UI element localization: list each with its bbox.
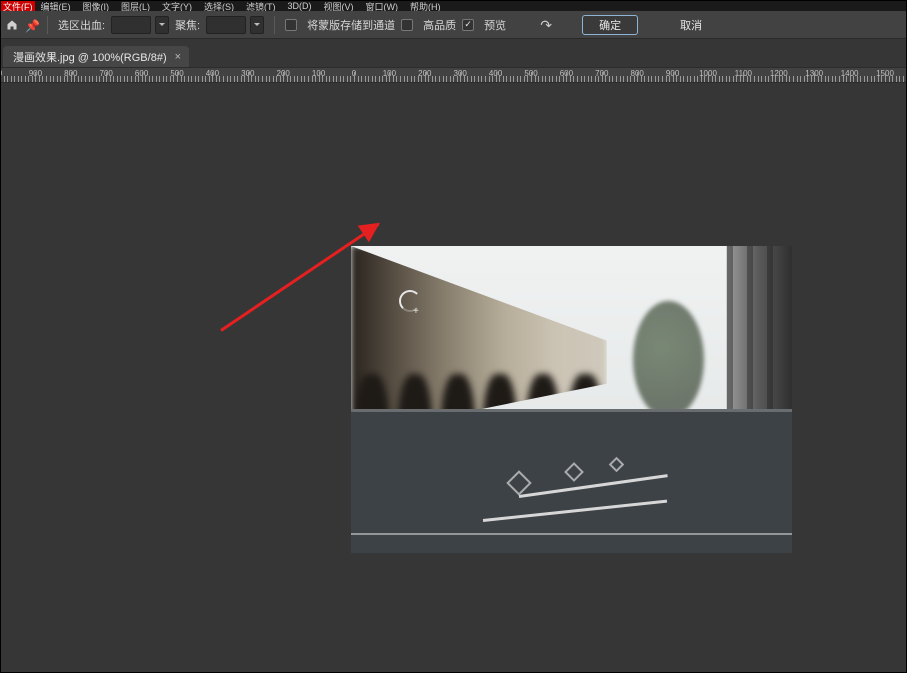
- cancel-button[interactable]: 取消: [664, 15, 718, 35]
- horizontal-ruler: 0900800700600500400300200100010020030040…: [1, 67, 906, 83]
- tab-close-icon[interactable]: ×: [175, 51, 181, 63]
- high-quality-label: 高品质: [423, 17, 456, 33]
- tab-title: 漫画效果.jpg @ 100%(RGB/8#): [13, 49, 167, 65]
- cursor-crosshair-icon: +: [413, 306, 419, 317]
- canvas-area[interactable]: +: [1, 83, 906, 672]
- menu-3d[interactable]: 3D(D): [282, 1, 318, 11]
- menu-window[interactable]: 窗口(W): [360, 1, 405, 11]
- pin-icon[interactable]: 📌: [25, 19, 37, 31]
- document-tab[interactable]: 漫画效果.jpg @ 100%(RGB/8#) ×: [3, 46, 189, 68]
- preview-checkbox[interactable]: [462, 19, 474, 31]
- ok-button[interactable]: 确定: [582, 15, 638, 35]
- photoshop-window: 文件(F) 编辑(E) 图像(I) 图层(L) 文字(Y) 选择(S) 滤镜(T…: [0, 0, 907, 673]
- home-icon[interactable]: [5, 19, 19, 31]
- bleed-label: 选区出血:: [58, 17, 105, 33]
- save-alpha-checkbox[interactable]: [285, 19, 297, 31]
- menu-select[interactable]: 选择(S): [198, 1, 240, 11]
- menu-edit[interactable]: 编辑(E): [35, 1, 77, 11]
- menu-type[interactable]: 文字(Y): [156, 1, 198, 11]
- focus-dropdown[interactable]: [250, 16, 264, 34]
- document-tab-bar: 漫画效果.jpg @ 100%(RGB/8#) ×: [1, 39, 906, 67]
- bleed-dropdown[interactable]: [155, 16, 169, 34]
- divider: [274, 16, 275, 34]
- high-quality-checkbox[interactable]: [401, 19, 413, 31]
- preview-label: 预览: [484, 17, 506, 33]
- undo-icon[interactable]: ↶: [536, 17, 552, 33]
- divider: [47, 16, 48, 34]
- photo-content: +: [351, 246, 792, 553]
- menu-image[interactable]: 图像(I): [77, 1, 116, 11]
- focus-label: 聚焦:: [175, 17, 200, 33]
- focus-input[interactable]: [206, 16, 246, 34]
- menu-file[interactable]: 文件(F): [1, 1, 35, 11]
- menu-view[interactable]: 视图(V): [318, 1, 360, 11]
- tool-options-bar: 📌 选区出血: 聚焦: 将蒙版存储到通道 高品质 预览 ↶ 确定 取消: [1, 11, 906, 39]
- menu-filter[interactable]: 滤镜(T): [240, 1, 282, 11]
- menu-bar: 文件(F) 编辑(E) 图像(I) 图层(L) 文字(Y) 选择(S) 滤镜(T…: [1, 1, 906, 11]
- menu-layer[interactable]: 图层(L): [115, 1, 156, 11]
- bleed-input[interactable]: [111, 16, 151, 34]
- menu-help[interactable]: 帮助(H): [404, 1, 447, 11]
- save-alpha-label: 将蒙版存储到通道: [307, 17, 395, 33]
- image-canvas[interactable]: +: [351, 246, 792, 553]
